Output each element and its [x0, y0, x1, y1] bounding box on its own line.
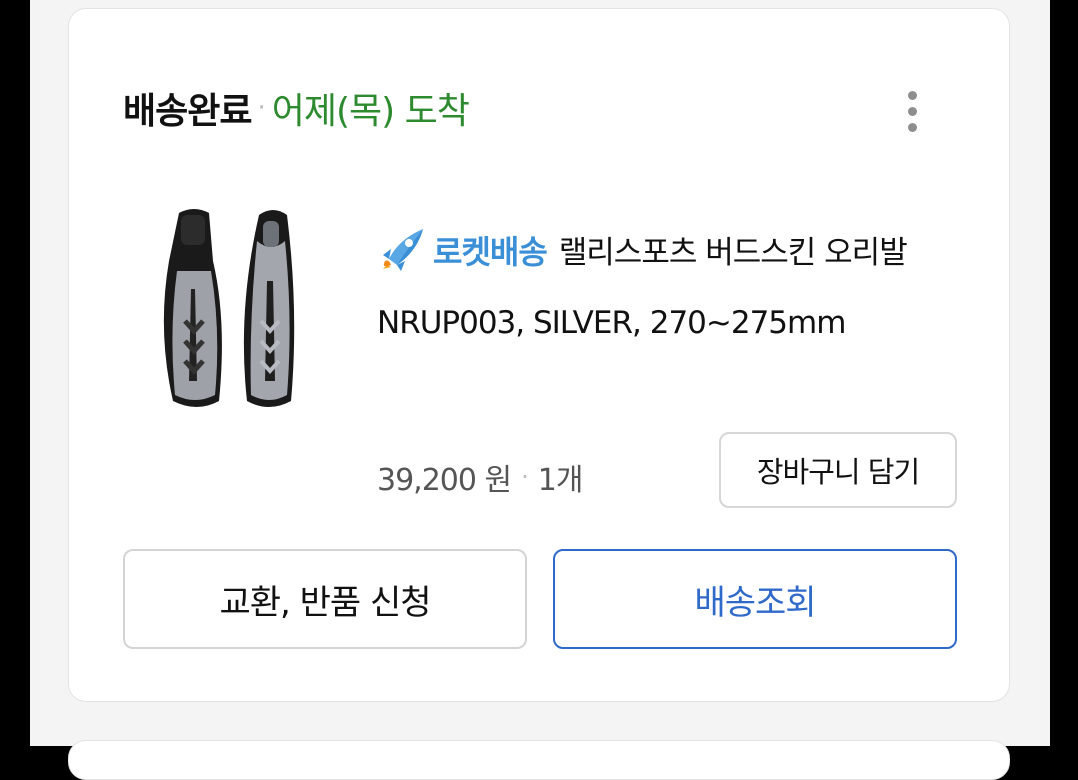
add-to-cart-button[interactable]: 장바구니 담기	[719, 432, 957, 508]
order-card: 배송완료 · 어제(목) 도착 로켓배송 랠리스포츠 버드스킨 오리발 NRUP…	[68, 8, 1010, 702]
rocket-delivery-badge: 로켓배송	[433, 233, 548, 271]
next-order-card	[68, 740, 1010, 780]
rocket-icon	[383, 229, 423, 271]
return-exchange-button[interactable]: 교환, 반품 신청	[123, 549, 527, 649]
product-quantity: 1개	[537, 463, 584, 498]
price-info: 39,200 원 · 1개	[377, 449, 584, 505]
delivery-status: 배송완료 · 어제(목) 도착	[123, 83, 470, 133]
price-separator: ·	[521, 463, 529, 491]
status-separator: ·	[257, 93, 266, 123]
product-image[interactable]	[139, 201, 309, 416]
arrival-date: 어제(목) 도착	[271, 91, 470, 132]
order-list-screen: 배송완료 · 어제(목) 도착 로켓배송 랠리스포츠 버드스킨 오리발 NRUP…	[30, 0, 1050, 780]
more-options-icon[interactable]	[895, 81, 929, 141]
track-delivery-button[interactable]: 배송조회	[553, 549, 957, 649]
product-price: 39,200 원	[377, 463, 512, 498]
status-label: 배송완료	[123, 91, 252, 132]
product-title[interactable]: 로켓배송 랠리스포츠 버드스킨 오리발 NRUP003, SILVER, 270~…	[377, 217, 967, 358]
